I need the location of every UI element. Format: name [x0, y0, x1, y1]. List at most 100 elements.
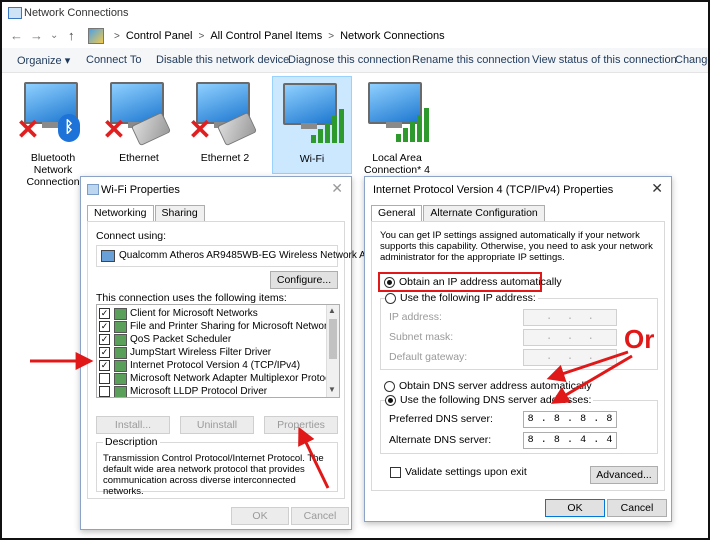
preferred-dns-label: Preferred DNS server:: [389, 413, 493, 425]
description-group: Description Transmission Control Protoco…: [96, 436, 338, 497]
dns-group: Use the following DNS server addresses: …: [380, 394, 658, 454]
list-item[interactable]: QoS Packet Scheduler: [99, 333, 321, 346]
ip-address-input[interactable]: ...: [523, 309, 617, 326]
connection-label: Local Area Connection* 4: [364, 152, 430, 176]
configure-button[interactable]: Configure...: [270, 271, 338, 289]
signal-bars-icon: [396, 106, 430, 142]
radio-label: Use the following DNS server addresses:: [400, 394, 592, 406]
ok-button[interactable]: OK: [545, 499, 605, 517]
close-icon[interactable]: ✕: [331, 180, 343, 197]
client-icon: [114, 307, 127, 320]
subnet-mask-input[interactable]: ...: [523, 329, 617, 346]
general-panel: You can get IP settings assigned automat…: [371, 221, 665, 491]
breadcrumb-network-connections[interactable]: Network Connections: [340, 30, 445, 42]
connection-local-area-4[interactable]: Local Area Connection* 4: [358, 76, 436, 176]
validate-settings-checkbox[interactable]: Validate settings upon exit: [390, 466, 527, 478]
network-connections-icon: [8, 7, 22, 19]
default-gateway-input[interactable]: ...: [523, 349, 617, 366]
connection-items-list[interactable]: Client for Microsoft Networks File and P…: [96, 304, 340, 398]
checkbox[interactable]: [99, 360, 110, 371]
checkbox[interactable]: [99, 373, 110, 384]
connection-label: Ethernet 2: [200, 152, 250, 164]
connection-ethernet-2[interactable]: ✕ Ethernet 2: [186, 76, 264, 172]
breadcrumb-control-panel[interactable]: Control Panel: [126, 30, 193, 42]
radio-indicator: [384, 276, 395, 288]
window-title: Network Connections: [24, 7, 129, 19]
checkbox[interactable]: [99, 347, 110, 358]
connection-ethernet[interactable]: ✕ Ethernet: [100, 76, 178, 172]
dialog-title: Internet Protocol Version 4 (TCP/IPv4) P…: [373, 184, 614, 196]
connect-to-command[interactable]: Connect To: [86, 54, 141, 66]
close-icon[interactable]: ✕: [651, 180, 663, 197]
breadcrumb-separator: >: [114, 30, 120, 42]
checkbox[interactable]: [99, 386, 110, 397]
tab-networking[interactable]: Networking: [87, 205, 154, 222]
checkbox[interactable]: [99, 334, 110, 345]
obtain-dns-auto-radio[interactable]: Obtain DNS server address automatically: [384, 380, 592, 392]
ip-address-group: Use the following IP address: IP address…: [380, 292, 658, 370]
ok-button[interactable]: OK: [231, 507, 289, 525]
list-item-label: File and Printer Sharing for Microsoft N…: [130, 321, 338, 332]
organize-menu[interactable]: Organize ▾: [17, 54, 70, 67]
obtain-ip-auto-radio[interactable]: Obtain an IP address automatically: [384, 276, 562, 288]
rename-command[interactable]: Rename this connection: [412, 54, 530, 66]
service-icon: [114, 320, 127, 333]
use-following-dns-radio[interactable]: Use the following DNS server addresses:: [385, 394, 594, 406]
disable-device-command[interactable]: Disable this network device: [156, 54, 289, 66]
list-item[interactable]: Client for Microsoft Networks: [99, 307, 321, 320]
checkbox[interactable]: [99, 308, 110, 319]
list-item-ipv4[interactable]: Internet Protocol Version 4 (TCP/IPv4): [99, 359, 321, 372]
properties-button[interactable]: Properties: [264, 416, 338, 434]
radio-label: Obtain DNS server address automatically: [399, 380, 592, 392]
preferred-dns-input[interactable]: 8.8.8.8: [523, 411, 617, 428]
list-item[interactable]: Microsoft LLDP Protocol Driver: [99, 385, 321, 397]
list-item[interactable]: JumpStart Wireless Filter Driver: [99, 346, 321, 359]
checkbox[interactable]: [99, 321, 110, 332]
alternate-dns-input[interactable]: 8.8.4.4: [523, 432, 617, 449]
adapter-name-field: Qualcomm Atheros AR9485WB-EG Wireless Ne…: [96, 245, 377, 267]
wifi-properties-icon: [87, 184, 99, 195]
connection-label: Wi-Fi: [299, 153, 325, 165]
checkbox[interactable]: [390, 466, 401, 478]
network-connections-window: Network Connections ← → ⌄ ↑ > Control Pa…: [0, 0, 710, 540]
networking-panel: Connect using: Qualcomm Atheros AR9485WB…: [87, 221, 377, 499]
recent-locations-chevron-down-icon[interactable]: ⌄: [50, 30, 58, 41]
command-bar: Organize ▾ Connect To Disable this netwo…: [2, 48, 708, 73]
view-status-command[interactable]: View status of this connection: [532, 54, 677, 66]
diagnose-command[interactable]: Diagnose this connection: [288, 54, 411, 66]
tab-general[interactable]: General: [371, 205, 423, 222]
signal-bars-icon: [311, 107, 345, 143]
breadcrumb-separator: >: [328, 30, 335, 42]
tab-sharing[interactable]: Sharing: [154, 205, 205, 221]
scroll-up-arrow-icon[interactable]: ▲: [328, 306, 336, 315]
uninstall-button[interactable]: Uninstall: [180, 416, 254, 434]
advanced-button[interactable]: Advanced...: [590, 466, 658, 484]
cancel-button[interactable]: Cancel: [607, 499, 667, 517]
cancel-button[interactable]: Cancel: [291, 507, 349, 525]
radio-indicator: [384, 380, 395, 392]
list-item[interactable]: Microsoft Network Adapter Multiplexor Pr…: [99, 372, 338, 385]
protocol-icon: [114, 359, 127, 372]
tab-alternate-configuration[interactable]: Alternate Configuration: [423, 205, 545, 221]
list-scrollbar[interactable]: ▲ ▼: [326, 305, 339, 397]
radio-indicator: [385, 292, 396, 304]
breadcrumb-separator: >: [198, 30, 205, 42]
back-arrow-icon[interactable]: ←: [10, 28, 23, 43]
connection-bluetooth[interactable]: ✕ ᛒ Bluetooth Network Connection: [14, 76, 92, 188]
connection-wifi[interactable]: Wi-Fi: [272, 76, 352, 174]
list-item-label: Microsoft LLDP Protocol Driver: [130, 386, 268, 397]
description-text: Transmission Control Protocol/Internet P…: [103, 453, 324, 497]
alternate-dns-label: Alternate DNS server:: [389, 434, 492, 446]
list-item-label: JumpStart Wireless Filter Driver: [130, 347, 272, 358]
change-command[interactable]: Change: [675, 54, 708, 66]
install-button[interactable]: Install...: [96, 416, 170, 434]
scrollbar-thumb[interactable]: [329, 319, 337, 359]
scroll-down-arrow-icon[interactable]: ▼: [328, 385, 336, 394]
list-item[interactable]: File and Printer Sharing for Microsoft N…: [99, 320, 337, 333]
breadcrumb-all-items[interactable]: All Control Panel Items: [210, 30, 322, 42]
use-following-ip-radio[interactable]: Use the following IP address:: [385, 292, 538, 304]
intro-text: You can get IP settings assigned automat…: [380, 230, 653, 263]
control-panel-icon: [88, 28, 104, 44]
forward-arrow-icon[interactable]: →: [30, 28, 43, 43]
up-arrow-icon[interactable]: ↑: [68, 28, 75, 43]
